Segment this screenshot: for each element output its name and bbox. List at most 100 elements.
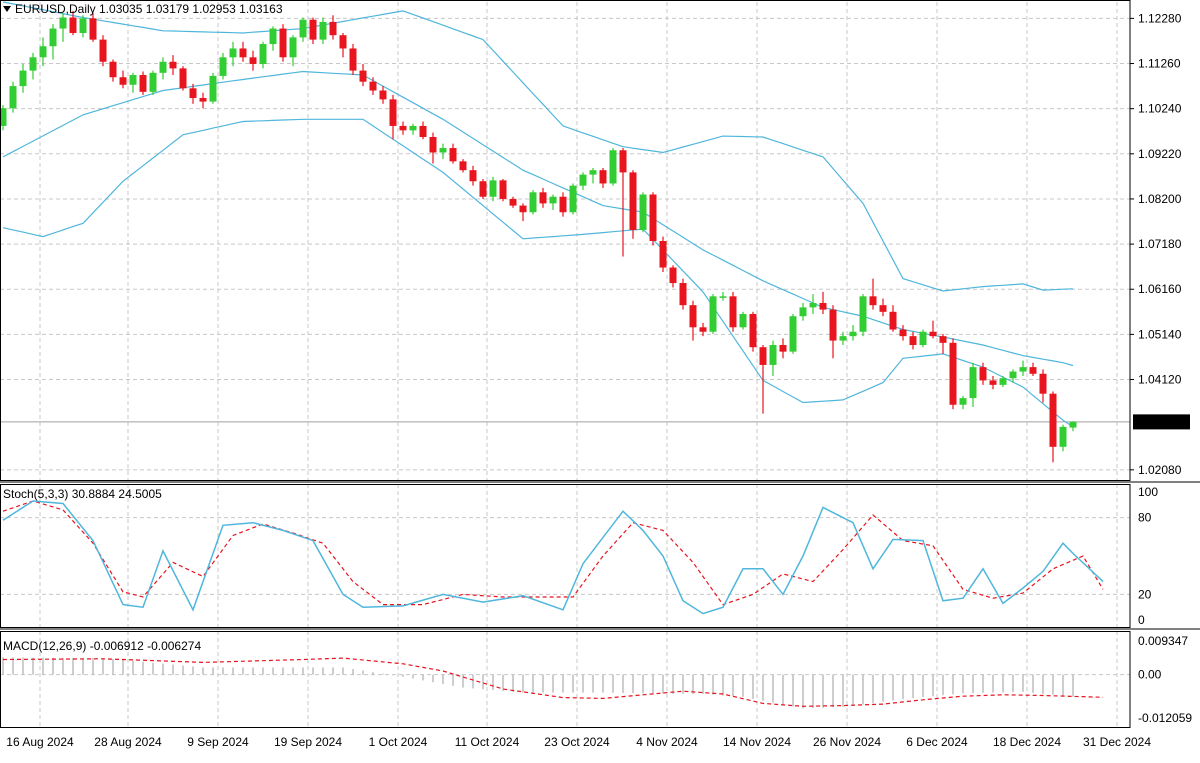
candle-body (409, 125, 417, 131)
candle-body (349, 48, 357, 71)
date-label: 11 Oct 2024 (455, 735, 520, 749)
candle-body (999, 378, 1007, 385)
price-tick-label: 1.07180 (1138, 237, 1182, 251)
candle-body (989, 380, 997, 385)
candle-body (129, 75, 137, 85)
candle-body (89, 18, 97, 40)
stoch-tick-label: 100 (1138, 485, 1158, 499)
macd-tick-label: 0.009347 (1138, 634, 1188, 648)
candles-layer (0, 10, 1077, 463)
candle-body (239, 48, 247, 58)
current-price-label: 1.03163 (1138, 415, 1182, 429)
candle-body (159, 61, 167, 73)
date-label: 31 Dec 2024 (1083, 735, 1151, 749)
candle-body (49, 28, 57, 47)
candle-body (279, 28, 287, 58)
candle-body (729, 296, 737, 328)
current-price-tag: 1.03163 (1133, 414, 1190, 430)
candle-body (389, 99, 397, 126)
stoch-tick-label: 20 (1138, 587, 1152, 601)
candle-body (629, 172, 637, 230)
candle-body (309, 19, 317, 40)
date-label: 23 Oct 2024 (544, 735, 610, 749)
candle-body (619, 150, 627, 173)
candle-body (899, 329, 907, 337)
candle-body (289, 37, 297, 58)
bollinger-upper-line (2, 1, 1074, 292)
macd-layer (2, 657, 1104, 709)
candle-body (969, 367, 977, 399)
candle-body (469, 170, 477, 182)
candle-body (959, 398, 967, 405)
candle-body (569, 185, 577, 213)
price-tick-label: 1.11260 (1138, 57, 1181, 71)
candle-body (1049, 393, 1057, 447)
frame-layer (0, 0, 1200, 728)
candle-body (979, 367, 987, 381)
candle-body (749, 314, 757, 348)
candle-body (669, 267, 677, 284)
candle-body (149, 72, 157, 92)
date-label: 1 Oct 2024 (369, 735, 428, 749)
date-label: 18 Dec 2024 (993, 735, 1061, 749)
candle-body (249, 57, 257, 64)
candle-body (1059, 426, 1067, 447)
candle-body (779, 345, 787, 352)
candle-body (1039, 373, 1047, 394)
candle-body (719, 296, 727, 298)
candle-body (499, 180, 507, 199)
candle-body (739, 314, 747, 328)
macd-tick-label: 0.00 (1138, 668, 1162, 682)
candle-body (679, 283, 687, 306)
candle-body (19, 70, 27, 87)
candle-body (139, 75, 147, 92)
candle-body (559, 196, 567, 213)
price-tick-label: 1.06160 (1138, 282, 1182, 296)
price-tick-label: 1.09220 (1138, 147, 1182, 161)
candle-body (479, 181, 487, 197)
candle-body (599, 170, 607, 184)
candle-body (589, 170, 597, 175)
candle-body (449, 148, 457, 162)
candle-body (9, 86, 17, 109)
grid-layer (0, 2, 1130, 727)
candle-body (1069, 421, 1077, 428)
candle-body (1009, 371, 1017, 379)
candle-body (269, 28, 277, 45)
candle-body (69, 17, 77, 33)
stoch-signal-line (2, 500, 1104, 606)
candle-body (299, 19, 307, 38)
price-tick-label: 1.05140 (1138, 327, 1182, 341)
price-tick-label: 1.10240 (1138, 102, 1182, 116)
candle-body (1029, 367, 1037, 374)
candle-body (549, 196, 557, 204)
candle-body (769, 345, 777, 365)
candle-body (339, 35, 347, 49)
collapse-triangle-icon[interactable] (3, 6, 11, 12)
candle-body (489, 180, 497, 197)
candle-body (319, 21, 327, 40)
candle-body (29, 57, 37, 71)
candle-body (689, 305, 697, 328)
date-label: 6 Dec 2024 (906, 735, 968, 749)
main-header: EURUSD,Daily 1.03035 1.03179 1.02953 1.0… (3, 2, 283, 16)
candle-body (509, 198, 517, 206)
candle-body (79, 18, 87, 33)
candle-body (419, 125, 427, 137)
macd-header-text: MACD(12,26,9) -0.006912 -0.006274 (3, 639, 201, 653)
candle-body (99, 39, 107, 62)
candle-body (709, 296, 717, 332)
candle-body (799, 307, 807, 317)
candle-body (189, 88, 197, 99)
stoch-tick-label: 80 (1138, 511, 1152, 525)
candle-body (199, 98, 207, 102)
candle-body (829, 309, 837, 341)
candle-body (809, 302, 817, 308)
date-label: 28 Aug 2024 (94, 735, 162, 749)
candle-body (179, 68, 187, 89)
candle-body (889, 311, 897, 330)
price-tick-label: 1.04120 (1138, 373, 1182, 387)
stoch-tick-label: 0 (1138, 613, 1145, 627)
candle-body (699, 327, 707, 332)
date-label: 9 Sep 2024 (187, 735, 249, 749)
